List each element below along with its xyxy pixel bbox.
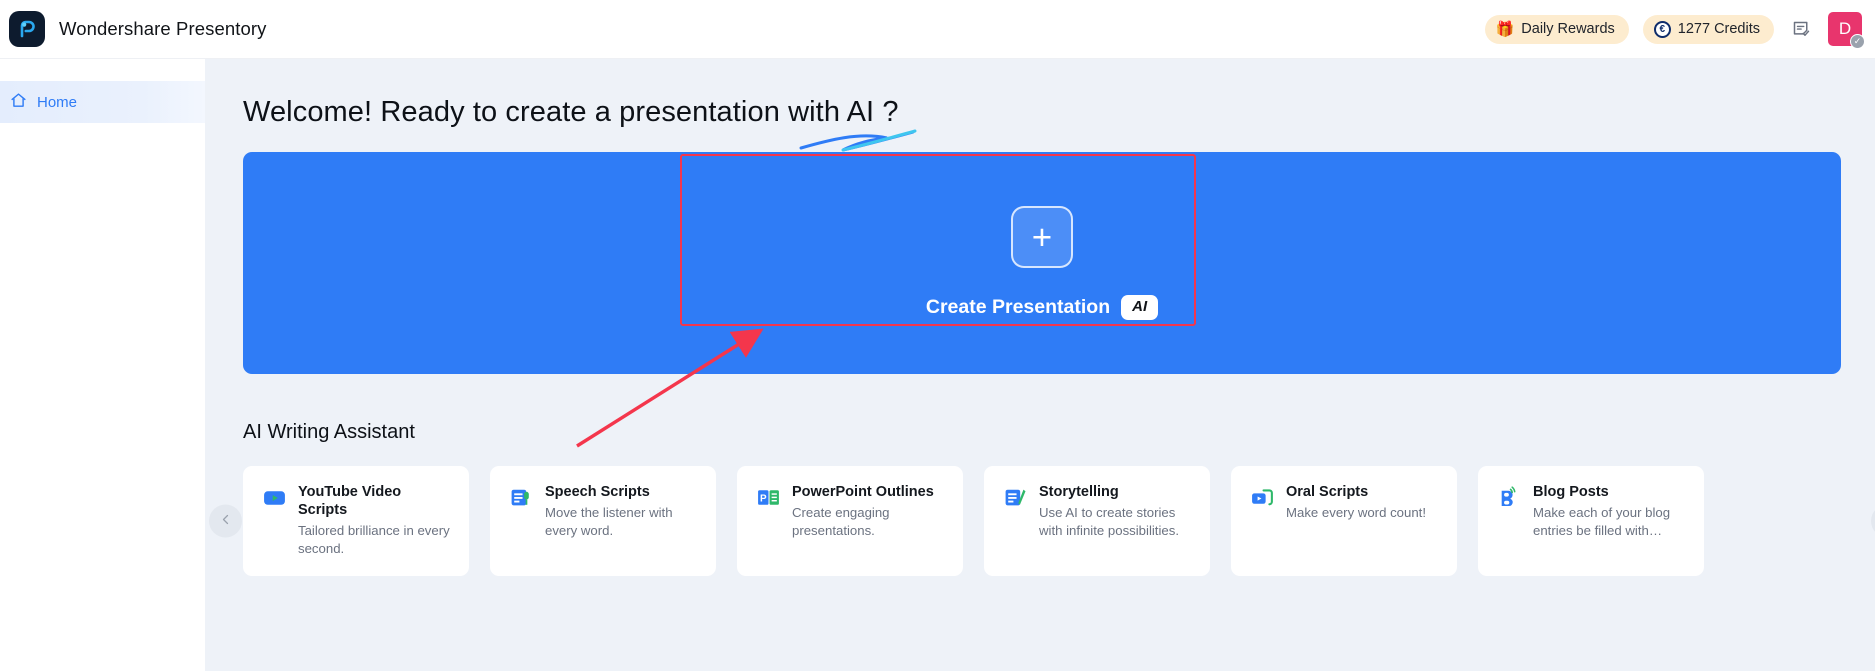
- blog-signal-icon: [1497, 485, 1522, 510]
- top-bar-actions: 🎁 Daily Rewards € 1277 Credits D ✓: [1484, 12, 1875, 49]
- daily-rewards-label: Daily Rewards: [1521, 21, 1615, 37]
- credits-label: 1277 Credits: [1677, 21, 1760, 37]
- feedback-checklist-icon[interactable]: [1788, 16, 1814, 42]
- card-text: Blog Posts Make each of your blog entrie…: [1533, 484, 1671, 538]
- avatar-initial: D: [1838, 19, 1852, 38]
- brand[interactable]: Wondershare Presentory: [0, 11, 267, 47]
- card-blog-posts[interactable]: Blog Posts Make each of your blog entrie…: [1478, 466, 1704, 576]
- card-oral-scripts[interactable]: Oral Scripts Make every word count!: [1231, 466, 1457, 576]
- youtube-play-icon: [262, 485, 287, 510]
- credits-button[interactable]: € 1277 Credits: [1642, 14, 1774, 44]
- card-list: YouTube Video Scripts Tailored brillianc…: [243, 466, 1875, 576]
- card-text: Storytelling Use AI to create stories wi…: [1039, 484, 1179, 538]
- card-text: Oral Scripts Make every word count!: [1286, 484, 1426, 521]
- card-storytelling[interactable]: Storytelling Use AI to create stories wi…: [984, 466, 1210, 576]
- chevron-left-icon: [220, 513, 232, 530]
- avatar[interactable]: D ✓: [1828, 12, 1865, 49]
- document-pencil-icon: [1003, 485, 1028, 510]
- brand-name: Wondershare Presentory: [59, 18, 267, 39]
- daily-rewards-button[interactable]: 🎁 Daily Rewards: [1484, 14, 1629, 44]
- create-presentation-action[interactable]: + Create Presentation AI: [243, 152, 1841, 374]
- create-presentation-label: Create Presentation: [925, 296, 1111, 318]
- section-title: AI Writing Assistant: [243, 421, 415, 443]
- card-text: Speech Scripts Move the listener with ev…: [545, 484, 673, 538]
- main-content: Welcome! Ready to create a presentation …: [205, 59, 1875, 671]
- carousel-prev-button[interactable]: [209, 504, 242, 538]
- coin-icon: €: [1653, 20, 1671, 38]
- ai-badge: AI: [1121, 295, 1159, 320]
- svg-text:P: P: [760, 493, 767, 504]
- top-bar: Wondershare Presentory 🎁 Daily Rewards €…: [0, 0, 1875, 59]
- gift-icon: 🎁: [1495, 20, 1515, 38]
- card-text: PowerPoint Outlines Create engaging pres…: [792, 484, 934, 538]
- card-powerpoint-outlines[interactable]: P PowerPoint Outlines Create engaging pr…: [737, 466, 963, 576]
- create-presentation-banner[interactable]: + Create Presentation AI: [243, 152, 1841, 374]
- sidebar-item-home[interactable]: Home: [0, 81, 205, 123]
- sidebar-item-label: Home: [37, 93, 78, 111]
- document-microphone-icon: [509, 485, 534, 510]
- play-arrow-icon: [1250, 485, 1275, 510]
- page-title: Welcome! Ready to create a presentation …: [243, 96, 917, 152]
- avatar-badge-icon: ✓: [1850, 34, 1865, 49]
- presentory-home-page: Wondershare Presentory 🎁 Daily Rewards €…: [0, 0, 1875, 671]
- plus-icon[interactable]: +: [1011, 206, 1073, 269]
- card-youtube-video-scripts[interactable]: YouTube Video Scripts Tailored brillianc…: [243, 466, 469, 576]
- home-icon: [10, 92, 27, 113]
- sidebar: Home: [0, 59, 205, 671]
- powerpoint-icon: P: [756, 485, 781, 510]
- ai-writing-assistant-carousel: YouTube Video Scripts Tailored brillianc…: [209, 466, 1875, 576]
- presentory-logo-icon: [9, 11, 45, 47]
- card-speech-scripts[interactable]: Speech Scripts Move the listener with ev…: [490, 466, 716, 576]
- card-text: YouTube Video Scripts Tailored brillianc…: [298, 484, 450, 556]
- create-presentation-label-group: Create Presentation AI: [925, 295, 1159, 320]
